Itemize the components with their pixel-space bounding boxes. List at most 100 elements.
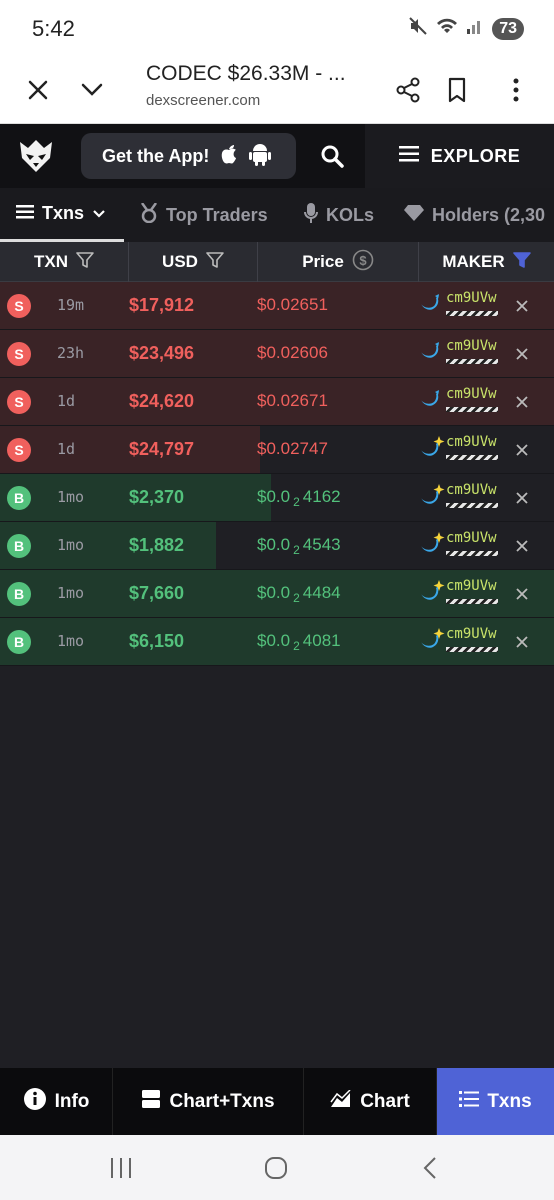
- tab-holders[interactable]: Holders (2,30: [404, 188, 545, 242]
- nav-label: Chart+Txns: [169, 1090, 275, 1112]
- close-icon[interactable]: [18, 70, 58, 110]
- nav-chart-txns[interactable]: Chart+Txns: [113, 1068, 304, 1135]
- table-row[interactable]: B 1mo $1,882 $0.0 2 4543 cm9UVw: [0, 522, 554, 570]
- col-price[interactable]: Price $: [258, 242, 418, 282]
- maker-name: cm9UVw: [446, 482, 497, 498]
- filter-icon[interactable]: [206, 251, 224, 274]
- col-usd[interactable]: USD: [129, 242, 257, 282]
- battery-indicator: 73: [492, 17, 524, 40]
- maker-name: cm9UVw: [446, 434, 497, 450]
- col-price-label: Price: [302, 252, 344, 271]
- price-digits: 4543: [302, 535, 341, 554]
- close-icon[interactable]: [510, 390, 534, 414]
- microphone-icon: [304, 202, 318, 228]
- signal-icon: [466, 17, 484, 40]
- chevron-down-icon[interactable]: [72, 70, 112, 110]
- nav-info[interactable]: Info: [0, 1068, 113, 1135]
- maker-link[interactable]: cm9UVw: [419, 386, 503, 420]
- price-digits: 4081: [302, 631, 341, 650]
- txn-type-badge: S: [7, 390, 31, 414]
- table-row[interactable]: S 1d $24,797 $0.02747 cm9UVw: [0, 426, 554, 474]
- tab-txns[interactable]: Txns: [0, 188, 124, 242]
- dollar-circle-icon[interactable]: $: [352, 249, 374, 276]
- get-app-button[interactable]: Get the App!: [81, 133, 296, 179]
- txn-price: $0.0 2 4081: [257, 631, 341, 653]
- txn-usd: $24,620: [129, 391, 195, 411]
- maker-address-stripe: [446, 455, 498, 460]
- txn-age: 1mo: [57, 632, 85, 650]
- maker-link[interactable]: cm9UVw: [419, 338, 503, 372]
- maker-address-stripe: [446, 503, 498, 508]
- maker-name: cm9UVw: [446, 386, 497, 402]
- android-icon: [249, 142, 272, 171]
- area-chart-icon: [330, 1088, 352, 1114]
- maker-link[interactable]: cm9UVw: [419, 626, 503, 660]
- page-url[interactable]: dexscreener.com: [146, 92, 260, 109]
- more-vert-icon[interactable]: [496, 70, 536, 110]
- explore-button[interactable]: EXPLORE: [365, 124, 554, 188]
- recent-apps-icon[interactable]: [109, 1157, 133, 1184]
- search-icon[interactable]: [320, 144, 344, 173]
- maker-link[interactable]: cm9UVw: [419, 578, 503, 612]
- table-row[interactable]: S 19m $17,912 $0.02651 cm9UVw: [0, 282, 554, 330]
- txn-table-header: TXN USD Price $ MAKER: [0, 242, 554, 282]
- maker-name: cm9UVw: [446, 626, 497, 642]
- price-value: $0.0: [257, 487, 291, 506]
- close-icon[interactable]: [510, 582, 534, 606]
- close-icon[interactable]: [510, 342, 534, 366]
- txn-price: $0.0 2 4162: [257, 487, 341, 509]
- sparkle-whale-icon: [419, 532, 445, 559]
- sparkle-whale-icon: [419, 436, 445, 463]
- close-icon[interactable]: [510, 294, 534, 318]
- table-row[interactable]: B 1mo $7,660 $0.0 2 4484 cm9UVw: [0, 570, 554, 618]
- close-icon[interactable]: [510, 534, 534, 558]
- price-value: $0.0: [257, 583, 291, 602]
- tab-label: Txns: [42, 203, 85, 223]
- filter-icon[interactable]: [76, 251, 94, 274]
- nav-label: Info: [54, 1090, 90, 1112]
- maker-link[interactable]: cm9UVw: [419, 530, 503, 564]
- txn-age: 23h: [57, 344, 85, 362]
- status-bar: 5:42 73: [0, 0, 554, 56]
- svg-text:$: $: [359, 253, 367, 268]
- list-icon: [16, 203, 34, 224]
- maker-link[interactable]: cm9UVw: [419, 482, 503, 516]
- col-maker[interactable]: MAKER: [419, 242, 554, 282]
- table-row[interactable]: S 1d $24,620 $0.02671 cm9UVw: [0, 378, 554, 426]
- bookmark-icon[interactable]: [437, 70, 477, 110]
- close-icon[interactable]: [510, 630, 534, 654]
- price-zero-count: 2: [293, 639, 300, 654]
- txn-price: $0.0 2 4543: [257, 535, 341, 557]
- explore-label: EXPLORE: [430, 145, 521, 166]
- txn-type-badge: B: [7, 534, 31, 558]
- table-row[interactable]: S 23h $23,496 $0.02606 cm9UVw: [0, 330, 554, 378]
- price-value: $0.02747: [257, 439, 328, 458]
- nav-txns[interactable]: Txns: [437, 1068, 554, 1135]
- table-row[interactable]: B 1mo $6,150 $0.0 2 4081 cm9UVw: [0, 618, 554, 666]
- txn-usd: $6,150: [129, 631, 185, 651]
- txn-usd: $2,370: [129, 487, 185, 507]
- browser-toolbar: CODEC $26.33M - ... dexscreener.com: [0, 56, 554, 124]
- maker-name: cm9UVw: [446, 290, 497, 306]
- maker-name: cm9UVw: [446, 530, 497, 546]
- nav-chart[interactable]: Chart: [304, 1068, 437, 1135]
- share-icon[interactable]: [388, 70, 428, 110]
- dexscreener-logo[interactable]: [16, 136, 56, 181]
- tab-top-traders[interactable]: Top Traders: [140, 188, 268, 242]
- maker-link[interactable]: cm9UVw: [419, 434, 503, 468]
- close-icon[interactable]: [510, 438, 534, 462]
- back-icon[interactable]: [422, 1156, 438, 1185]
- maker-link[interactable]: cm9UVw: [419, 290, 503, 324]
- price-digits: 4484: [302, 583, 341, 602]
- info-icon: [23, 1087, 47, 1117]
- tab-label: Top Traders: [166, 204, 268, 225]
- home-icon[interactable]: [264, 1156, 288, 1185]
- col-txn[interactable]: TXN: [0, 242, 128, 282]
- price-zero-count: 2: [293, 495, 300, 510]
- filter-active-icon[interactable]: [512, 251, 531, 274]
- tab-kols[interactable]: KOLs: [304, 188, 374, 242]
- close-icon[interactable]: [510, 486, 534, 510]
- table-row[interactable]: B 1mo $2,370 $0.0 2 4162 cm9UVw: [0, 474, 554, 522]
- whale-icon: [419, 388, 441, 415]
- txn-usd: $1,882: [129, 535, 185, 555]
